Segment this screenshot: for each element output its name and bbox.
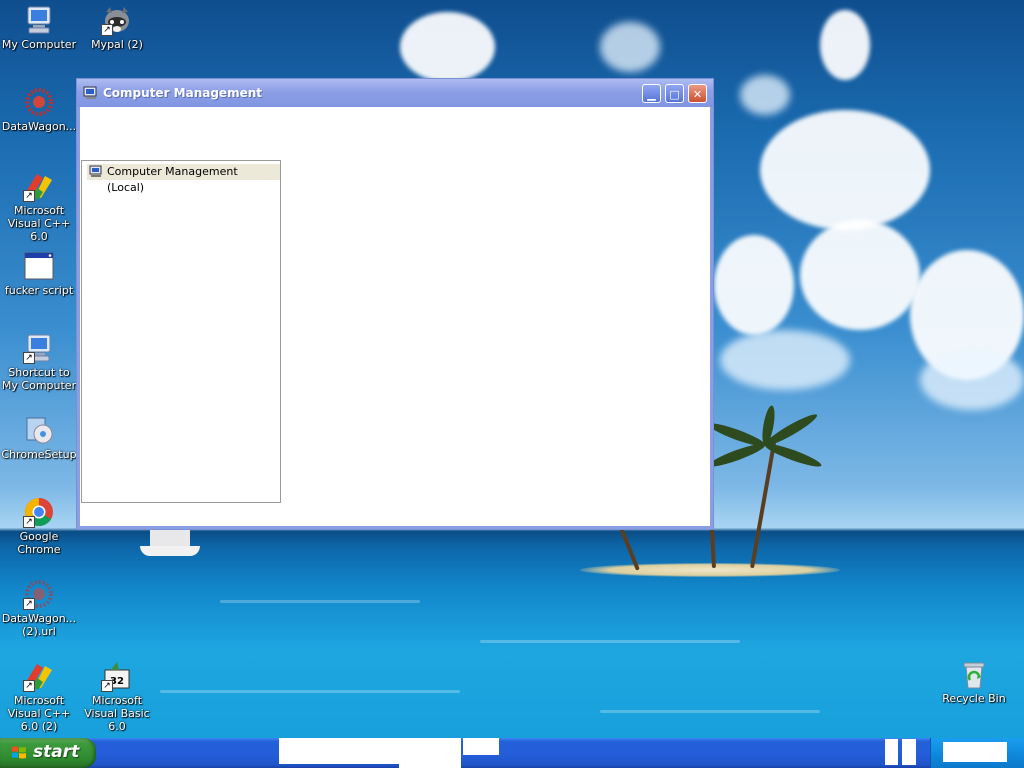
taskbar-button[interactable] xyxy=(399,738,461,768)
desktop-icon-label: DataWagon... (2).url xyxy=(1,612,77,638)
computer-management-icon xyxy=(83,86,99,100)
setup-installer-icon xyxy=(23,414,55,446)
computer-management-window[interactable]: Computer Management ▁ □ ✕ Computer Manag… xyxy=(76,78,714,530)
palm-frond xyxy=(706,419,767,450)
start-label: start xyxy=(33,742,80,762)
desktop-icon-label: ChromeSetup xyxy=(1,448,77,461)
close-button[interactable]: ✕ xyxy=(688,84,707,103)
desktop-icon-shortcut-my-computer[interactable]: ↗ Shortcut to My Computer xyxy=(0,332,78,392)
desktop-icon-mypal[interactable]: ↗ Mypal (2) xyxy=(78,4,156,51)
datawagon-icon: ↗ xyxy=(23,578,55,610)
cloud xyxy=(760,110,930,230)
cloud xyxy=(714,235,794,335)
maximize-icon: □ xyxy=(669,88,680,101)
maximize-button[interactable]: □ xyxy=(665,84,684,103)
cloud xyxy=(400,12,495,82)
island xyxy=(580,563,840,577)
boat xyxy=(150,530,190,546)
minimize-icon: ▁ xyxy=(647,88,656,101)
shortcut-arrow-icon: ↗ xyxy=(101,24,113,36)
desktop-icon-label: Shortcut to My Computer xyxy=(1,366,77,392)
sea-glint xyxy=(600,710,820,713)
visual-basic-icon: 32 ↗ xyxy=(101,660,133,692)
sea-glint xyxy=(160,690,460,693)
desktop-icon-label: Mypal (2) xyxy=(91,38,143,51)
computer-management-icon xyxy=(89,165,103,178)
tree-item-computer-management-local[interactable]: Computer Management (Local) xyxy=(87,164,280,194)
tree-item-label: Computer Management (Local) xyxy=(107,165,238,194)
minimize-button[interactable]: ▁ xyxy=(642,84,661,103)
shortcut-arrow-icon: ↗ xyxy=(23,352,35,364)
datawagon-icon xyxy=(23,86,55,118)
chrome-icon: ↗ xyxy=(23,496,55,528)
shortcut-arrow-icon: ↗ xyxy=(23,516,35,528)
desktop-icon-label: Microsoft Visual Basic 6.0 xyxy=(84,694,150,733)
console-tree-pane[interactable]: Computer Management (Local) xyxy=(81,160,281,503)
desktop-icon-datawagon-url[interactable]: ↗ DataWagon... (2).url xyxy=(0,578,78,638)
desktop-icon-chromesetup[interactable]: ChromeSetup xyxy=(0,414,78,461)
taskbar-button[interactable] xyxy=(279,738,399,764)
desktop-icon-label: DataWagon... xyxy=(1,120,77,133)
desktop-icon-label: My Computer xyxy=(1,38,77,51)
cloud xyxy=(720,330,850,390)
taskbar-button[interactable] xyxy=(463,738,499,755)
sea-glint xyxy=(480,640,740,643)
shortcut-arrow-icon: ↗ xyxy=(23,598,35,610)
my-computer-icon: ↗ xyxy=(23,332,55,364)
tray-clock[interactable] xyxy=(943,742,1007,762)
desktop-icon-datawagon[interactable]: DataWagon... xyxy=(0,86,78,133)
visual-studio-icon: ↗ xyxy=(23,170,55,202)
shortcut-arrow-icon: ↗ xyxy=(23,680,35,692)
shortcut-arrow-icon: ↗ xyxy=(101,680,113,692)
window-app-icon xyxy=(23,250,55,282)
desktop-icon-visual-cpp-2[interactable]: ↗ Microsoft Visual C++ 6.0 (2) xyxy=(0,660,78,733)
cloud xyxy=(820,10,870,80)
window-client-area: Computer Management (Local) xyxy=(80,107,710,526)
shortcut-arrow-icon: ↗ xyxy=(23,190,35,202)
cloud xyxy=(740,75,790,115)
desktop-icon-label: fucker script xyxy=(4,284,74,297)
window-title-bar[interactable]: Computer Management ▁ □ ✕ xyxy=(77,79,713,107)
desktop-icon-visual-basic[interactable]: 32 ↗ Microsoft Visual Basic 6.0 xyxy=(78,660,156,733)
desktop-icon-recycle-bin[interactable]: Recycle Bin xyxy=(935,658,1013,705)
visual-studio-icon: ↗ xyxy=(23,660,55,692)
raccoon-icon: ↗ xyxy=(101,4,133,36)
boat xyxy=(140,546,200,556)
desktop-icon-visual-cpp[interactable]: ↗ Microsoft Visual C++ 6.0 xyxy=(0,170,78,243)
desktop-icon-script[interactable]: fucker script xyxy=(0,250,78,297)
system-tray[interactable] xyxy=(930,738,1024,768)
desktop-icon-label: Microsoft Visual C++ 6.0 xyxy=(7,204,71,243)
my-computer-icon xyxy=(23,4,55,36)
desktop-icon-google-chrome[interactable]: ↗ Google Chrome xyxy=(0,496,78,556)
desktop-icon-my-computer[interactable]: My Computer xyxy=(0,4,78,51)
close-icon: ✕ xyxy=(692,88,703,101)
desktop-icon-label: Recycle Bin xyxy=(942,692,1006,705)
palm-trunk xyxy=(750,441,777,569)
desktop-icon-label: Microsoft Visual C++ 6.0 (2) xyxy=(7,694,71,733)
desktop-icon-label: Google Chrome xyxy=(17,530,61,556)
windows-logo-icon xyxy=(11,745,27,761)
sea-glint xyxy=(220,600,420,603)
recycle-bin-icon xyxy=(958,658,990,690)
cloud xyxy=(920,350,1024,410)
taskbar: start xyxy=(0,738,1024,768)
cloud xyxy=(800,220,920,330)
taskbar-button[interactable] xyxy=(885,739,898,765)
cloud xyxy=(600,22,660,72)
taskbar-button[interactable] xyxy=(902,739,916,765)
window-title: Computer Management xyxy=(103,86,262,100)
start-button[interactable]: start xyxy=(0,738,96,768)
